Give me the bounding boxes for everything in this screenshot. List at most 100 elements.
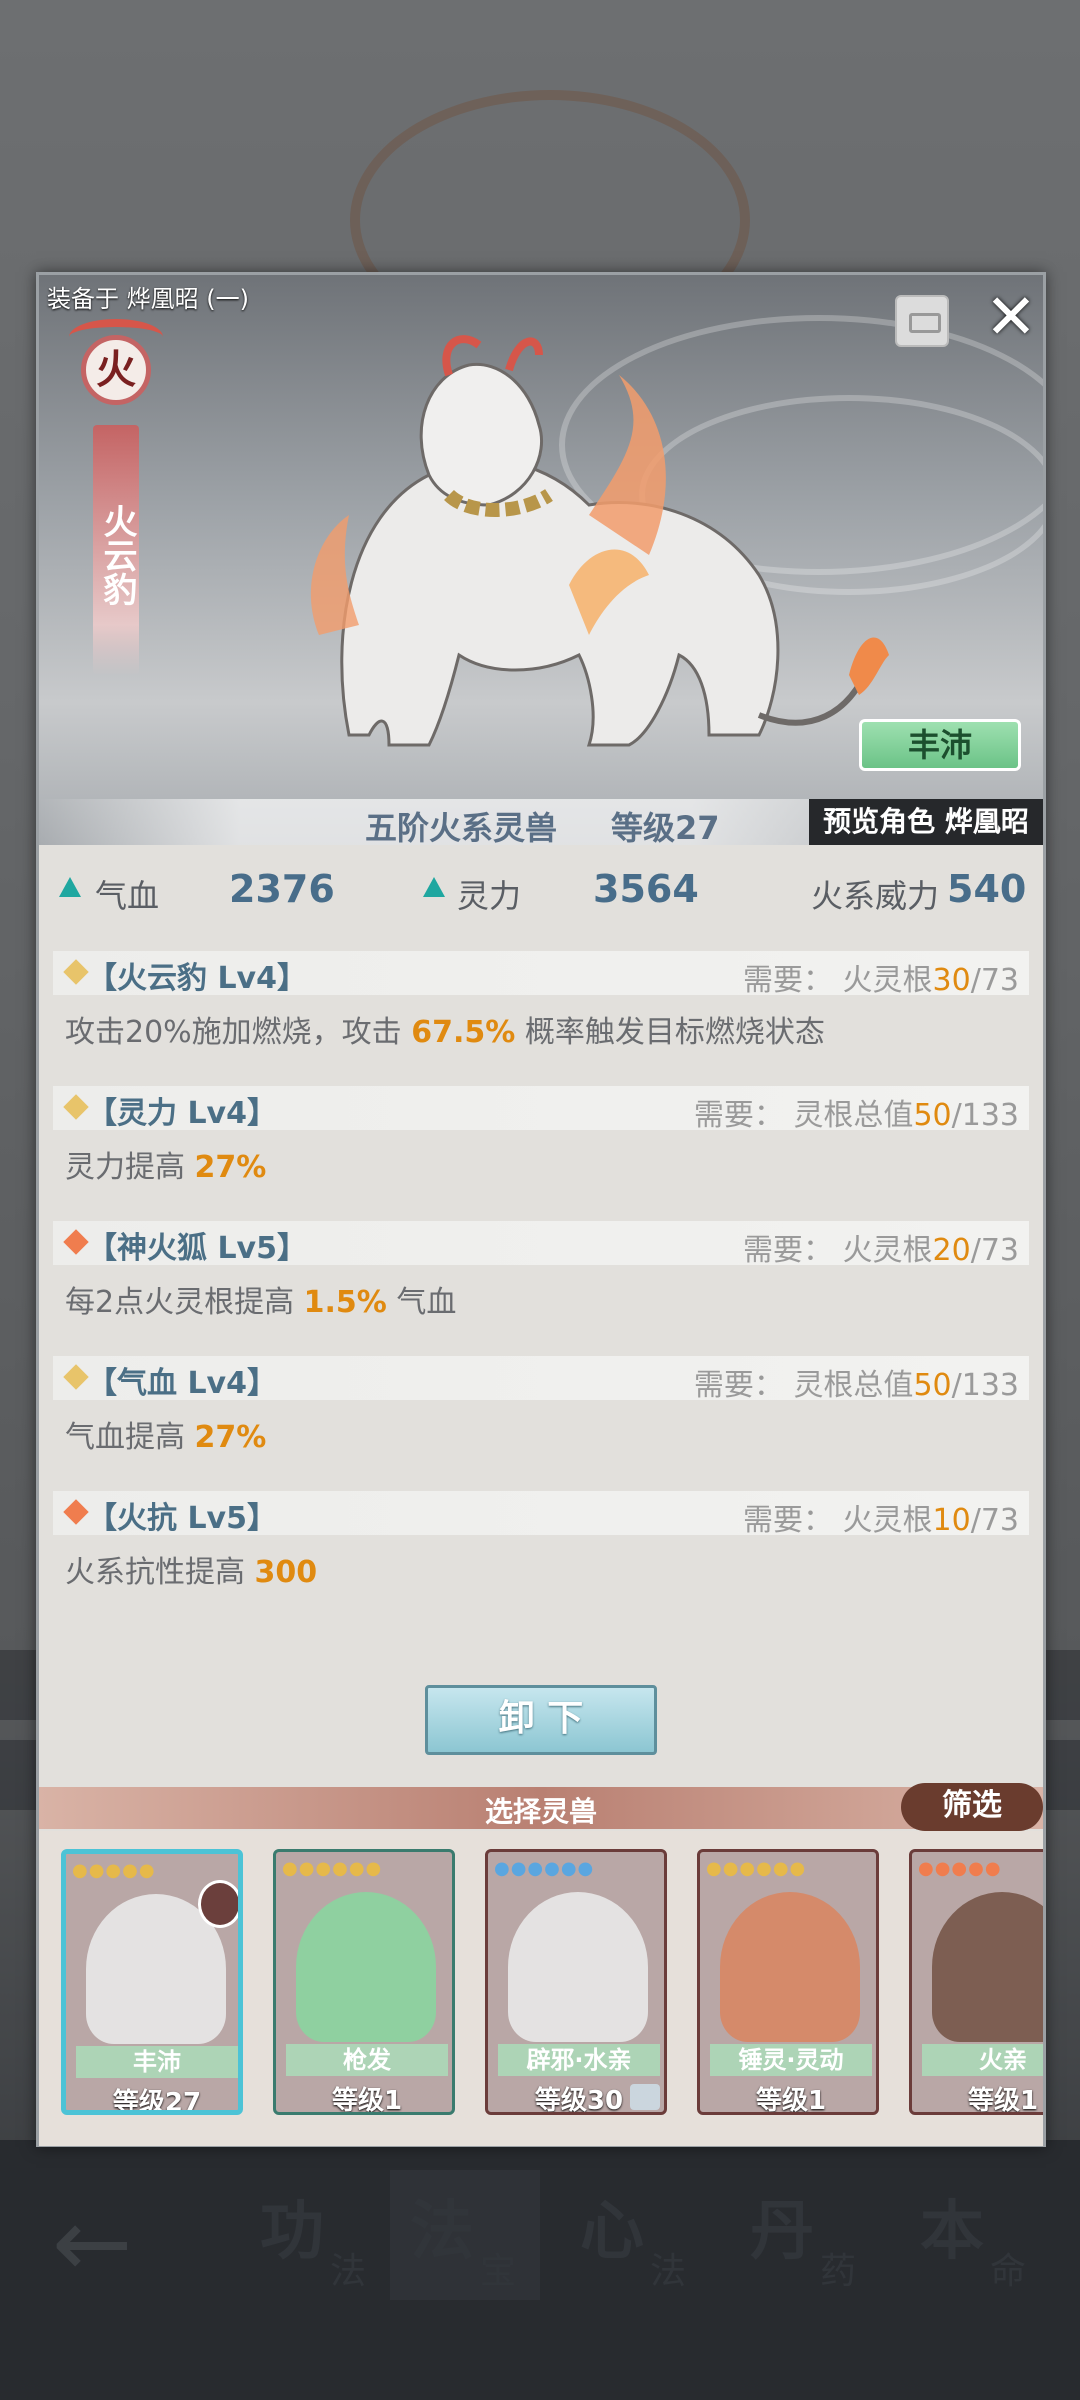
filter-button[interactable]: 筛选 [901, 1783, 1043, 1831]
skill-row: 【灵力 Lv4】 需要： 灵根总值50/133 灵力提高 27% [53, 1086, 1029, 1196]
skill-diamond-icon [63, 959, 89, 985]
desc-text: 每2点火灵根提高 [65, 1285, 304, 1320]
req-label: 需要： [693, 1368, 784, 1403]
req-max: /73 [970, 1503, 1019, 1538]
desc-text: 气血 [386, 1285, 457, 1320]
req-attribute: 火灵根 [842, 1233, 933, 1268]
beast-card-art [720, 1892, 860, 2042]
req-attribute: 火灵根 [842, 963, 933, 998]
spirit-beast-modal: 装备于 烨凰昭 (一) ✕ 火 火云豹 丰沛 五阶火系灵兽 等级27 预览角色 … [36, 272, 1046, 2147]
skill-header: 【神火狐 Lv5】 需要： 火灵根20/73 [53, 1221, 1029, 1268]
desc-text: 火系抗性提高 [65, 1555, 255, 1590]
beast-card[interactable]: ●●●●● 火亲等级1 [909, 1849, 1043, 2115]
beast-card-name: 锤灵·灵动 [710, 2044, 872, 2076]
skill-description: 每2点火灵根提高 1.5% 气血 [65, 1277, 456, 1321]
beast-card-level: 等级27 [112, 2088, 202, 2115]
req-attribute: 灵根总值 [793, 1368, 914, 1403]
skill-requirement: 需要： 火灵根20/73 [743, 1225, 1019, 1269]
skill-requirement: 需要： 灵根总值50/133 [694, 1090, 1019, 1134]
skill-description: 气血提高 27% [65, 1412, 266, 1456]
beast-card[interactable]: ●●●●●● 枪发等级1 [273, 1849, 455, 2115]
beast-card-level: 等级1 [967, 2086, 1039, 2115]
hp-value: 2376 [229, 867, 335, 911]
beast-card[interactable]: ●●●●● 丰沛等级27 [61, 1849, 243, 2115]
req-current: 20 [932, 1233, 971, 1268]
select-beast-bar: 选择灵兽 [39, 1787, 1043, 1829]
star-rating: ●●●●● [918, 1858, 1002, 1879]
select-beast-label: 选择灵兽 [484, 1795, 597, 1828]
beast-card-art [508, 1892, 648, 2042]
skill-diamond-icon [63, 1364, 89, 1390]
skill-requirement: 需要： 灵根总值50/133 [694, 1360, 1019, 1404]
skill-row: 【气血 Lv4】 需要： 灵根总值50/133 气血提高 27% [53, 1356, 1029, 1466]
req-current: 50 [913, 1098, 952, 1133]
beast-card-list[interactable]: ●●●●● 丰沛 等级27 ●●●●●● 枪发 等级1 ●●●●●● 辟邪·水亲 等级30 ●●●… [39, 1831, 1043, 2146]
spirit-value: 3564 [593, 867, 699, 911]
skill-description: 火系抗性提高 300 [65, 1547, 317, 1591]
beast-card-level: 等级1 [331, 2086, 403, 2115]
req-max: /133 [951, 1098, 1019, 1133]
storage-chest-icon[interactable] [895, 295, 949, 347]
skill-name: 【火抗 Lv5】 [87, 1501, 277, 1536]
star-rating: ●●●●● [72, 1860, 156, 1881]
skill-name: 【神火狐 Lv5】 [87, 1231, 307, 1266]
desc-text: 攻击20%施加燃烧，攻击 [65, 1015, 412, 1050]
desc-highlight: 27% [194, 1420, 267, 1455]
desc-highlight: 1.5% [303, 1285, 387, 1320]
req-max: /73 [970, 1233, 1019, 1268]
desc-highlight: 300 [254, 1555, 318, 1590]
fire-power-label: 火系威力 [811, 877, 940, 915]
skill-description: 攻击20%施加燃烧，攻击 67.5% 概率触发目标燃烧状态 [65, 1007, 825, 1051]
beast-card[interactable]: ●●●●●● 辟邪·水亲 等级30 [485, 1849, 667, 2115]
unequip-button[interactable]: 卸 下 [425, 1685, 657, 1755]
beast-card-name: 丰沛 [76, 2046, 238, 2078]
beast-card[interactable]: ●●●●●● 锤灵·灵动 等级1 [697, 1849, 879, 2115]
desc-text: 灵力提高 [65, 1150, 195, 1185]
stat-up-icon [59, 877, 81, 897]
skill-row: 【火抗 Lv5】 需要： 火灵根10/73 火系抗性提高 300 [53, 1491, 1029, 1601]
desc-highlight: 27% [194, 1150, 267, 1185]
skill-description: 灵力提高 27% [65, 1142, 266, 1186]
fire-power-value: 540 [947, 867, 1027, 911]
skill-diamond-icon [63, 1229, 89, 1255]
skill-row: 【火云豹 Lv4】 需要： 火灵根30/73 攻击20%施加燃烧，攻击 67.5% … [53, 951, 1029, 1061]
skill-requirement: 需要： 火灵根30/73 [743, 955, 1019, 999]
preview-character-button[interactable]: 预览角色 烨凰昭 [809, 799, 1043, 845]
skill-requirement: 需要： 火灵根10/73 [743, 1495, 1019, 1539]
star-rating: ●●●●●● [494, 1858, 595, 1879]
spirit-label: 灵力 [457, 877, 522, 915]
beast-hero-panel: 装备于 烨凰昭 (一) ✕ 火 火云豹 丰沛 五阶火系灵兽 等级27 预览角色 … [39, 275, 1043, 845]
close-icon[interactable]: ✕ [981, 286, 1041, 349]
storage-chest-icon [630, 2084, 660, 2110]
skill-name: 【气血 Lv4】 [87, 1366, 277, 1401]
beast-card-name: 火亲 [922, 2044, 1043, 2076]
desc-highlight: 67.5% [411, 1015, 516, 1050]
skill-header: 【气血 Lv4】 需要： 灵根总值50/133 [53, 1356, 1029, 1403]
equipped-to-label: 装备于 烨凰昭 (一) [47, 285, 249, 313]
hp-label: 气血 [95, 877, 160, 915]
req-max: /133 [951, 1368, 1019, 1403]
req-attribute: 灵根总值 [793, 1098, 914, 1133]
skill-diamond-icon [63, 1094, 89, 1120]
star-rating: ●●●●●● [706, 1858, 807, 1879]
beast-card-name: 辟邪·水亲 [498, 2044, 660, 2076]
beast-tier: 五阶火系灵兽 [365, 809, 558, 845]
skill-header: 【火抗 Lv5】 需要： 火灵根10/73 [53, 1491, 1029, 1538]
rarity-badge: 丰沛 [859, 719, 1021, 771]
req-current: 10 [932, 1503, 971, 1538]
req-attribute: 火灵根 [842, 1503, 933, 1538]
skill-header: 【灵力 Lv4】 需要： 灵根总值50/133 [53, 1086, 1029, 1133]
skill-name: 【灵力 Lv4】 [87, 1096, 277, 1131]
beast-card-name: 枪发 [286, 2044, 448, 2076]
skill-name: 【火云豹 Lv4】 [87, 961, 307, 996]
fire-element-badge: 火 [81, 335, 151, 405]
req-max: /73 [970, 963, 1019, 998]
beast-name-banner: 火云豹 [93, 425, 139, 675]
beast-card-art [932, 1892, 1043, 2042]
star-rating: ●●●●●● [282, 1858, 383, 1879]
fire-leopard-art [310, 335, 889, 747]
req-label: 需要： [742, 1503, 833, 1538]
stat-up-icon [423, 877, 445, 897]
skill-header: 【火云豹 Lv4】 需要： 火灵根30/73 [53, 951, 1029, 998]
equipped-character-avatar [198, 1880, 238, 1928]
